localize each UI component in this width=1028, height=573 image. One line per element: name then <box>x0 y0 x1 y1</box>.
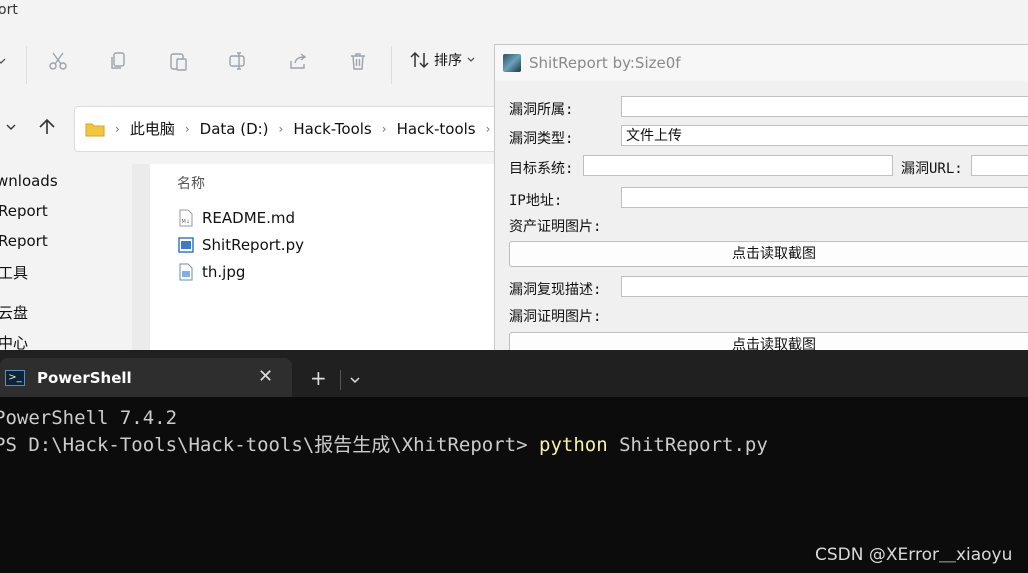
sort-arrows-icon <box>410 51 429 69</box>
paste-icon[interactable] <box>167 50 189 72</box>
terminal-version-line: PowerShell 7.4.2 <box>0 407 178 429</box>
repro-desc-field[interactable] <box>621 276 1028 297</box>
vuln-owner-field[interactable] <box>621 96 1028 117</box>
cut-icon[interactable] <box>47 50 69 72</box>
target-system-field[interactable] <box>583 155 893 176</box>
chevron-right-icon: › <box>184 121 190 136</box>
markdown-file-icon: M↓ <box>179 209 193 227</box>
vuln-owner-label: 漏洞所属: <box>509 102 574 118</box>
explorer-title-fragment: ort <box>0 2 18 18</box>
vuln-url-label: 漏洞URL: <box>901 161 963 177</box>
app-icon <box>503 54 521 72</box>
file-name: ShitReport.py <box>202 236 304 254</box>
terminal-tabstrip: >_ PowerShell ✕ + <box>0 350 1028 397</box>
tab-powershell[interactable]: >_ PowerShell ✕ <box>0 358 292 397</box>
navigation-bar: › 此电脑 › Data (D:) › Hack-Tools › Hack-to… <box>0 104 516 152</box>
shitreport-window: ShitReport by:Size0f 漏洞所属: 漏洞类型: 文件上传 目标… <box>494 44 1028 358</box>
address-bar[interactable]: › 此电脑 › Data (D:) › Hack-Tools › Hack-to… <box>74 106 516 152</box>
image-file-icon <box>179 263 193 281</box>
breadcrumb: › 此电脑 › Data (D:) › Hack-Tools › Hack-to… <box>85 118 490 139</box>
chevron-down-icon[interactable] <box>349 370 361 389</box>
svg-text:M↓: M↓ <box>182 219 191 225</box>
explorer-toolbar: 排序 <box>0 38 500 88</box>
chevron-right-icon: › <box>278 121 284 136</box>
navigation-pane: wnloads Report Report 工具 云盘 中心 <box>0 164 132 352</box>
repro-desc-label: 漏洞复现描述: <box>509 282 602 298</box>
ip-address-label: IP地址: <box>509 193 563 209</box>
breadcrumb-this-pc[interactable]: 此电脑 <box>130 118 175 139</box>
folder-icon <box>85 123 105 136</box>
chevron-right-icon: › <box>381 121 387 136</box>
breadcrumb-hack-tools-sub[interactable]: Hack-tools <box>397 120 476 138</box>
terminal-command-line[interactable]: PS D:\Hack-Tools\Hack-tools\报告生成\XhitRep… <box>0 430 768 457</box>
breadcrumb-hack-tools[interactable]: Hack-Tools <box>293 120 371 138</box>
up-arrow-icon[interactable] <box>38 118 56 140</box>
app-titlebar[interactable]: ShitReport by:Size0f <box>495 45 1028 81</box>
file-name: README.md <box>202 209 296 227</box>
nav-item-downloads[interactable]: wnloads <box>0 172 58 190</box>
ip-address-field[interactable] <box>621 187 1028 208</box>
sort-button[interactable]: 排序 <box>410 50 476 70</box>
terminal-prompt: PS D:\Hack-Tools\Hack-tools\报告生成\XhitRep… <box>0 434 539 456</box>
target-system-label: 目标系统: <box>509 161 574 177</box>
copy-icon[interactable] <box>107 50 129 72</box>
file-list: 名称 M↓ README.md ShitReport.py th.jpg <box>150 164 500 350</box>
nav-scrollbar[interactable] <box>132 164 150 350</box>
new-tab-icon[interactable]: + <box>310 366 327 390</box>
delete-icon[interactable] <box>347 50 369 72</box>
python-file-icon <box>178 237 194 253</box>
column-header-name[interactable]: 名称 <box>177 173 205 193</box>
sort-label: 排序 <box>434 53 462 69</box>
list-item[interactable]: M↓ README.md <box>178 209 295 227</box>
watermark: CSDN @XError＿xiaoyu <box>815 545 1013 565</box>
vuln-url-field[interactable] <box>971 155 1028 176</box>
file-name: th.jpg <box>202 263 246 281</box>
vuln-type-label: 漏洞类型: <box>509 131 574 147</box>
nav-item-cloud[interactable]: 云盘 <box>0 302 28 323</box>
share-icon[interactable] <box>287 50 309 72</box>
terminal-command: python <box>539 434 608 456</box>
breadcrumb-data-drive[interactable]: Data (D:) <box>200 120 269 138</box>
vuln-type-field[interactable]: 文件上传 <box>621 125 1028 146</box>
vuln-proof-label: 漏洞证明图片: <box>509 309 602 325</box>
chevron-down-icon[interactable] <box>6 120 16 136</box>
list-item[interactable]: th.jpg <box>178 263 245 281</box>
chevron-right-icon: › <box>485 121 491 136</box>
chevron-right-icon: › <box>115 121 120 136</box>
chevron-down-icon <box>467 57 475 62</box>
nav-item-report-2[interactable]: Report <box>0 232 48 250</box>
file-explorer-window: ort 排序 › 此电脑 › Data (D:) › Hack-Tools › … <box>0 0 1028 358</box>
app-title: ShitReport by:Size0f <box>529 54 681 72</box>
toolbar-divider <box>391 46 392 84</box>
rename-icon[interactable] <box>227 50 249 72</box>
nav-item-report[interactable]: Report <box>0 202 48 220</box>
toolbar-divider <box>26 46 27 84</box>
list-item[interactable]: ShitReport.py <box>178 236 304 254</box>
read-screenshot-button[interactable]: 点击读取截图 <box>509 241 1028 267</box>
tab-divider <box>340 370 341 390</box>
chevron-down-icon[interactable] <box>0 50 12 72</box>
tab-title: PowerShell <box>37 369 132 387</box>
asset-proof-label: 资产证明图片: <box>509 219 602 235</box>
close-icon[interactable]: ✕ <box>258 366 273 387</box>
powershell-icon: >_ <box>5 370 25 386</box>
terminal-argument: ShitReport.py <box>607 434 768 456</box>
nav-item-tools[interactable]: 工具 <box>0 262 28 283</box>
